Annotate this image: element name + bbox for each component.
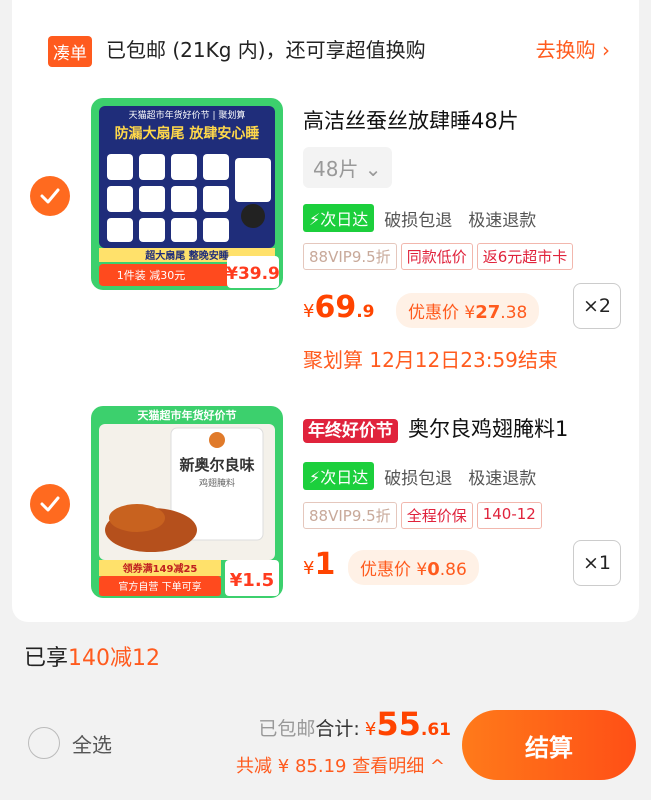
- item-2-thumb-price: ¥1.5: [230, 570, 274, 591]
- bundle-tag: 凑单: [48, 36, 92, 67]
- item-2-title[interactable]: 年终好价节 奥尔良鸡翅腌料1: [303, 413, 568, 443]
- bundle-row[interactable]: 凑单 已包邮 (21Kg 内)，还可享超值换购 去换购 ›: [30, 22, 630, 68]
- item-1-thumb-price: ¥39.9: [226, 264, 280, 284]
- item-1-features: ⚡次日达 破损包退 极速退款: [303, 204, 536, 232]
- item-1-promo-price: 优惠价 ¥27.38: [396, 293, 540, 328]
- tag: 88VIP9.5折: [303, 502, 397, 529]
- select-all-radio[interactable]: [28, 727, 60, 759]
- item-2-thumb-footer: 官方自营 下单可享: [118, 580, 201, 593]
- tag: 全程价保: [400, 502, 473, 529]
- exchange-link[interactable]: 去换购 ›: [536, 34, 610, 63]
- item-1-title[interactable]: 高洁丝蚕丝放肆睡48片: [303, 105, 519, 135]
- item-1-deadline: 聚划算 12月12日23:59结束: [303, 348, 558, 372]
- cart-card: 凑单 已包邮 (21Kg 内)，还可享超值换购 去换购 › 天猫超市年货好价节 …: [12, 0, 639, 622]
- item-2-thumbnail[interactable]: 天猫超市年货好价节 新奥尔良味 鸡翅腌料 领券满149减25 官方自营 下单可享…: [91, 406, 283, 598]
- item-2-checkbox[interactable]: [30, 484, 70, 524]
- item-2-thumb-sub: 鸡翅腌料: [199, 477, 235, 489]
- item-1-thumb-headline: 防漏大扇尾 放肆安心睡: [115, 125, 260, 142]
- item-1-thumb-deal: 1件装 减30元: [117, 269, 186, 282]
- item-1-quantity[interactable]: ×2: [573, 283, 621, 329]
- feature-return: 破损包退: [384, 210, 453, 231]
- item-1-variant-select[interactable]: 48片 ⌄: [303, 147, 392, 188]
- checkout-button[interactable]: 结算: [462, 710, 636, 780]
- feature-return: 破损包退: [384, 468, 453, 489]
- tag: 140-12: [476, 502, 542, 529]
- item-1-thumb-footer: 超大扇尾 整晚安睡: [144, 249, 228, 262]
- item-2-price: ¥1: [303, 547, 336, 582]
- item-2-promo-price: 优惠价 ¥0.86: [348, 550, 479, 585]
- tag: 返6元超市卡: [476, 243, 574, 270]
- year-end-badge: 年终好价节: [303, 419, 398, 443]
- item-1-checkbox[interactable]: [30, 176, 70, 216]
- item-2-quantity[interactable]: ×1: [573, 540, 621, 586]
- item-1-price: ¥69.9: [303, 290, 375, 325]
- discount-summary: 已享140减12: [24, 646, 161, 671]
- select-all[interactable]: 全选: [28, 727, 112, 759]
- check-icon: [40, 188, 60, 204]
- select-all-label: 全选: [72, 732, 112, 757]
- item-2-features: ⚡次日达 破损包退 极速退款: [303, 462, 536, 490]
- feature-refund: 极速退款: [468, 468, 537, 489]
- savings-detail-link[interactable]: 共减 ¥ 85.19 查看明细 ^: [236, 752, 445, 778]
- item-1-thumb-banner: 天猫超市年货好价节 | 聚划算: [129, 109, 246, 121]
- item-2-tags: 88VIP9.5折 全程价保 140-12: [303, 502, 542, 529]
- item-1-tags: 88VIP9.5折 同款低价 返6元超市卡: [303, 243, 574, 270]
- tag: 88VIP9.5折: [303, 243, 397, 270]
- bundle-text: 已包邮 (21Kg 内)，还可享超值换购: [106, 38, 426, 62]
- feature-refund: 极速退款: [468, 210, 537, 231]
- tag: 同款低价: [400, 243, 473, 270]
- next-day-badge: ⚡次日达: [303, 462, 375, 490]
- item-2-thumb-headline: 新奥尔良味: [179, 456, 254, 474]
- item-2-thumb-coupon: 领券满149减25: [123, 562, 198, 575]
- item-2-thumb-banner: 天猫超市年货好价节: [138, 408, 237, 422]
- next-day-badge: ⚡次日达: [303, 204, 375, 232]
- check-icon: [40, 496, 60, 512]
- item-1-thumbnail[interactable]: 天猫超市年货好价节 | 聚划算 防漏大扇尾 放肆安心睡 超大扇尾 整晚安睡 1件…: [91, 98, 283, 290]
- total-price: 已包邮合计: ¥55.61: [258, 705, 451, 743]
